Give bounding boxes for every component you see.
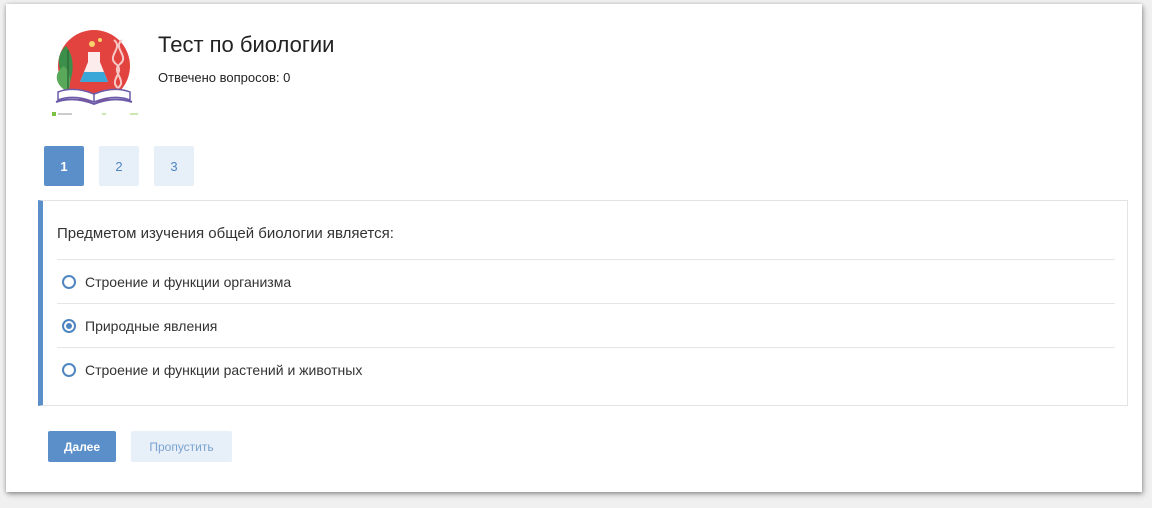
page-button-1[interactable]: 1 (44, 146, 84, 186)
question-panel: Предметом изучения общей биологии являет… (38, 200, 1128, 406)
page-button-2[interactable]: 2 (99, 146, 139, 186)
answer-option-3[interactable]: Строение и функции растений и животных (57, 347, 1115, 391)
biology-logo-icon (44, 26, 140, 122)
answer-option-1[interactable]: Строение и функции организма (57, 259, 1115, 303)
answer-options: Строение и функции организма Природные я… (57, 259, 1115, 391)
page-button-3[interactable]: 3 (154, 146, 194, 186)
radio-button[interactable] (62, 362, 76, 377)
page-title: Тест по биологии (158, 32, 335, 57)
answer-option-label: Строение и функции растений и животных (85, 361, 363, 378)
radio-button[interactable] (62, 274, 76, 289)
radio-button-checked[interactable] (62, 318, 76, 333)
next-button[interactable]: Далее (48, 431, 116, 462)
answered-count: Отвечено вопросов: 0 (158, 70, 291, 85)
test-card: Тест по биологии Отвечено вопросов: 0 1 … (6, 4, 1142, 492)
answer-option-label: Строение и функции организма (85, 273, 292, 290)
question-text: Предметом изучения общей биологии являет… (57, 225, 394, 242)
skip-button[interactable]: Пропустить (131, 431, 232, 462)
answer-option-label: Природные явления (85, 317, 218, 334)
question-pager: 1 2 3 (44, 146, 194, 186)
answer-option-2[interactable]: Природные явления (57, 303, 1115, 347)
